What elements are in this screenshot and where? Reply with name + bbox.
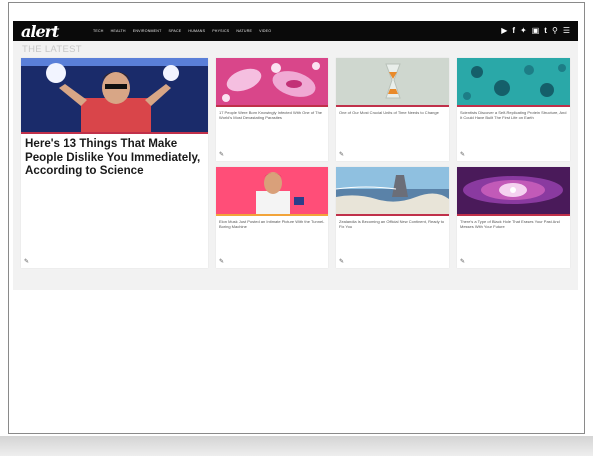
article-image[interactable] xyxy=(216,167,328,214)
search-icon[interactable]: ⚲ xyxy=(552,27,558,35)
nav-link-video[interactable]: VIDEO xyxy=(259,29,271,33)
article-image[interactable] xyxy=(216,58,328,105)
article-card[interactable]: 17 People Were Born Knowingly Infected W… xyxy=(216,58,328,161)
comment-icon[interactable]: ✎ xyxy=(24,259,29,265)
article-card[interactable]: There's a Type of Black Hole That Erases… xyxy=(457,167,570,268)
article-accent-bar xyxy=(336,105,449,107)
article-card[interactable]: One of Our Most Crucial Units of Time Ne… xyxy=(336,58,449,161)
section-title: THE LATEST xyxy=(22,44,82,55)
article-headline[interactable]: Scientists Discover a Self-Replicating P… xyxy=(460,110,567,120)
menu-icon[interactable]: ☰ xyxy=(563,27,570,35)
window-bottom-edge xyxy=(0,436,593,456)
site-logo[interactable]: alert xyxy=(21,22,79,41)
instagram-icon[interactable]: ▣ xyxy=(532,27,540,35)
article-image[interactable] xyxy=(336,58,449,105)
article-card[interactable]: Elon Musk Just Posted an Intimate Pictur… xyxy=(216,167,328,268)
article-headline[interactable]: Zealandia Is Becoming an Official New Co… xyxy=(339,219,446,229)
nav-link-physics[interactable]: PHYSICS xyxy=(212,29,229,33)
featured-article-card[interactable]: Here's 13 Things That Make People Dislik… xyxy=(21,58,208,268)
nav-link-humans[interactable]: HUMANS xyxy=(188,29,205,33)
article-accent-bar xyxy=(216,214,328,216)
article-accent-bar xyxy=(216,105,328,107)
article-card[interactable]: Zealandia Is Becoming an Official New Co… xyxy=(336,167,449,268)
nav-link-nature[interactable]: NATURE xyxy=(236,29,252,33)
comment-icon[interactable]: ✎ xyxy=(219,152,224,158)
comment-icon[interactable]: ✎ xyxy=(460,152,465,158)
article-image[interactable] xyxy=(457,58,570,105)
youtube-icon[interactable]: ▶ xyxy=(501,27,507,35)
article-headline[interactable]: There's a Type of Black Hole That Erases… xyxy=(460,219,567,229)
article-card[interactable]: Scientists Discover a Self-Replicating P… xyxy=(457,58,570,161)
nav-link-environment[interactable]: ENVIRONMENT xyxy=(133,29,162,33)
article-headline[interactable]: 17 People Were Born Knowingly Infected W… xyxy=(219,110,325,120)
comment-icon[interactable]: ✎ xyxy=(460,259,465,265)
comment-icon[interactable]: ✎ xyxy=(339,152,344,158)
article-accent-bar xyxy=(457,214,570,216)
tumblr-icon[interactable]: t xyxy=(544,27,547,35)
featured-article-image[interactable] xyxy=(21,58,208,132)
twitter-icon[interactable]: ✦ xyxy=(520,27,527,35)
article-image[interactable] xyxy=(457,167,570,214)
facebook-icon[interactable]: f xyxy=(512,27,515,35)
nav-link-space[interactable]: SPACE xyxy=(168,29,181,33)
article-accent-bar xyxy=(336,214,449,216)
nav-links: TECH HEALTH ENVIRONMENT SPACE HUMANS PHY… xyxy=(93,29,271,33)
social-icons: ▶ f ✦ ▣ t ⚲ ☰ xyxy=(501,27,570,35)
article-headline[interactable]: Elon Musk Just Posted an Intimate Pictur… xyxy=(219,219,325,229)
article-image[interactable] xyxy=(336,167,449,214)
nav-link-tech[interactable]: TECH xyxy=(93,29,104,33)
comment-icon[interactable]: ✎ xyxy=(339,259,344,265)
top-navbar: alert TECH HEALTH ENVIRONMENT SPACE HUMA… xyxy=(13,21,578,41)
comment-icon[interactable]: ✎ xyxy=(219,259,224,265)
nav-link-health[interactable]: HEALTH xyxy=(111,29,126,33)
article-headline[interactable]: One of Our Most Crucial Units of Time Ne… xyxy=(339,110,446,115)
featured-accent-bar xyxy=(21,132,208,134)
article-accent-bar xyxy=(457,105,570,107)
featured-headline[interactable]: Here's 13 Things That Make People Dislik… xyxy=(25,137,204,178)
